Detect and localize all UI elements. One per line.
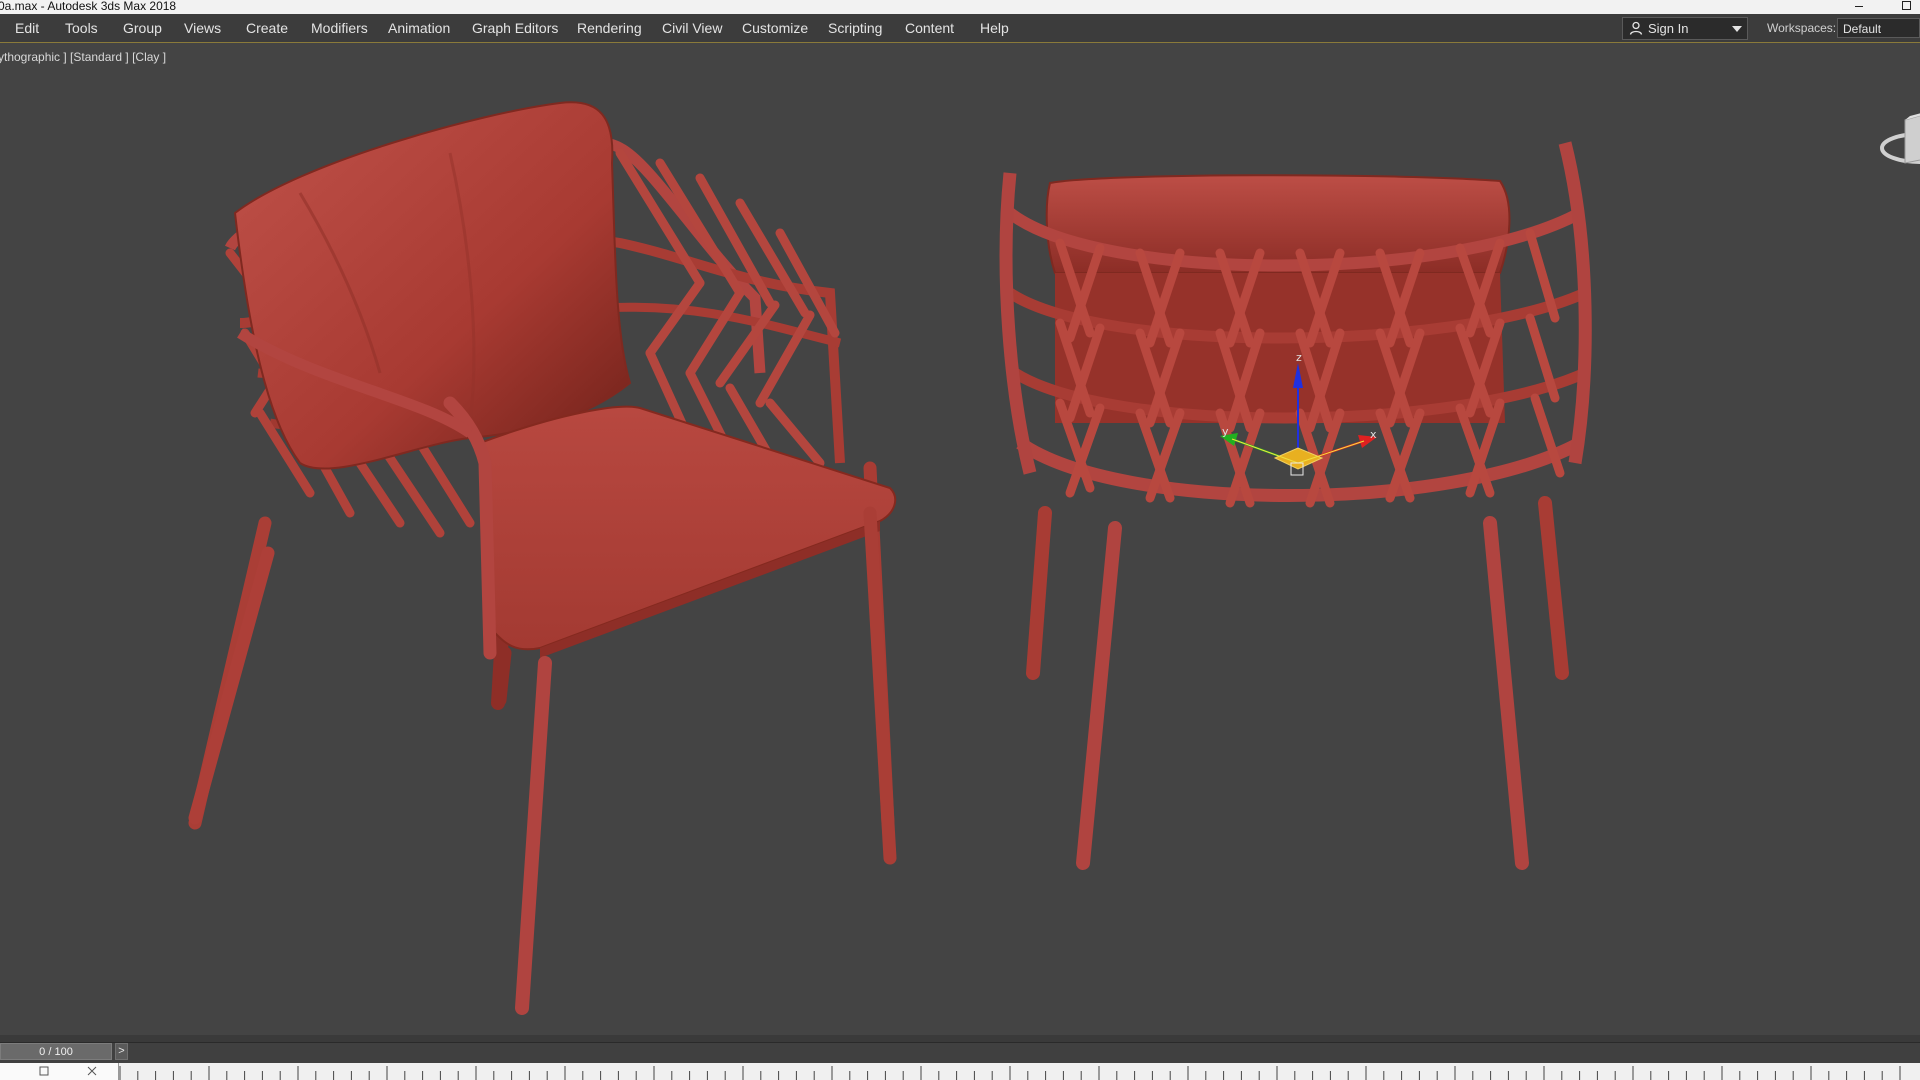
menu-animation[interactable]: Animation — [388, 14, 450, 42]
title-bar: 0a.max - Autodesk 3ds Max 2018 — [0, 0, 1920, 14]
menu-content[interactable]: Content — [905, 14, 954, 42]
minimize-icon[interactable] — [1853, 0, 1867, 13]
sign-in-label: Sign In — [1648, 21, 1689, 36]
chevron-down-icon — [1732, 26, 1742, 32]
menu-civil-view[interactable]: Civil View — [662, 14, 722, 42]
svg-text:x: x — [1370, 428, 1377, 441]
user-icon — [1629, 21, 1643, 35]
window-title: 0a.max - Autodesk 3ds Max 2018 — [0, 0, 177, 13]
chair-back-model[interactable] — [999, 141, 1592, 870]
close-icon[interactable] — [86, 1065, 98, 1077]
menu-scripting[interactable]: Scripting — [828, 14, 882, 42]
time-slider[interactable]: 0 / 100 — [0, 1043, 112, 1060]
viewcube-icon[interactable] — [1880, 78, 1920, 173]
time-slider-track[interactable] — [0, 1042, 1920, 1063]
restore-icon[interactable] — [38, 1065, 50, 1077]
minimized-window[interactable] — [0, 1063, 119, 1080]
svg-text:z: z — [1296, 351, 1302, 364]
restore-icon[interactable] — [1900, 0, 1914, 13]
menu-group[interactable]: Group — [123, 14, 162, 42]
timeline-ruler[interactable] — [118, 1063, 1920, 1080]
menu-create[interactable]: Create — [246, 14, 288, 42]
menu-edit[interactable]: Edit — [15, 14, 39, 42]
next-frame-button[interactable]: > — [115, 1043, 128, 1060]
workspaces-select[interactable]: Default — [1837, 18, 1920, 38]
perspective-viewport[interactable]: y x z ythographic ] [Standard ] [Clay ] — [0, 43, 1920, 1035]
menu-rendering[interactable]: Rendering — [577, 14, 642, 42]
menu-graph-editors[interactable]: Graph Editors — [472, 14, 558, 42]
viewport-label[interactable]: ythographic ] [Standard ] [Clay ] — [0, 50, 166, 64]
workspaces-label: Workspaces: — [1767, 21, 1837, 35]
sign-in-dropdown[interactable]: Sign In — [1622, 17, 1748, 40]
menu-tools[interactable]: Tools — [65, 14, 98, 42]
menu-views[interactable]: Views — [184, 14, 221, 42]
chair-front-model[interactable] — [188, 101, 897, 1015]
menu-modifiers[interactable]: Modifiers — [311, 14, 368, 42]
menu-customize[interactable]: Customize — [742, 14, 808, 42]
svg-text:y: y — [1222, 425, 1229, 438]
viewport-scene: y x z — [188, 101, 1592, 1015]
menu-help[interactable]: Help — [980, 14, 1009, 42]
timeline-area: 0 / 100 > — [0, 1035, 1920, 1080]
menu-bar: Edit Tools Group Views Create Modifiers … — [0, 14, 1920, 43]
